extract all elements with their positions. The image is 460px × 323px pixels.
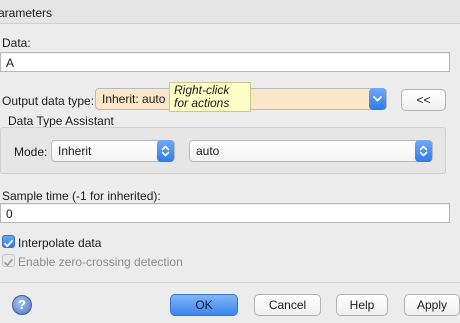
divider [0,282,460,283]
type-select[interactable]: auto [189,140,433,162]
output-type-label: Output data type: [2,94,95,108]
collapse-assistant-button[interactable]: << [401,89,446,111]
dropdown-arrow-icon [369,88,386,110]
checkmark-icon [4,239,13,248]
interpolate-checkbox[interactable] [2,235,15,248]
type-value: auto [196,144,220,158]
mode-label: Mode: [14,145,48,159]
data-label: Data: [2,36,31,50]
tooltip: Right-click for actions [169,82,251,112]
assistant-title: Data Type Assistant [8,114,114,128]
apply-button[interactable]: Apply [404,294,460,316]
mode-select[interactable]: Inherit [51,140,175,162]
ok-button[interactable]: OK [170,294,238,316]
interpolate-label: Interpolate data [18,236,102,250]
data-input[interactable]: A [0,52,450,72]
help-icon[interactable]: ? [12,295,32,315]
cancel-button[interactable]: Cancel [254,294,321,316]
section-header: arameters [0,0,460,24]
zero-crossing-checkbox [2,254,15,267]
stepper-icon [157,140,174,162]
checkmark-icon [4,259,13,266]
stepper-icon [415,140,432,162]
mode-value: Inherit [58,144,92,158]
help-button[interactable]: Help [336,294,388,316]
sample-time-input[interactable]: 0 [0,203,450,223]
sample-time-label: Sample time (-1 for inherited): [2,189,161,203]
section-title: arameters [0,6,53,20]
zero-crossing-label: Enable zero-crossing detection [18,255,183,269]
output-type-value: Inherit: auto [102,92,166,106]
